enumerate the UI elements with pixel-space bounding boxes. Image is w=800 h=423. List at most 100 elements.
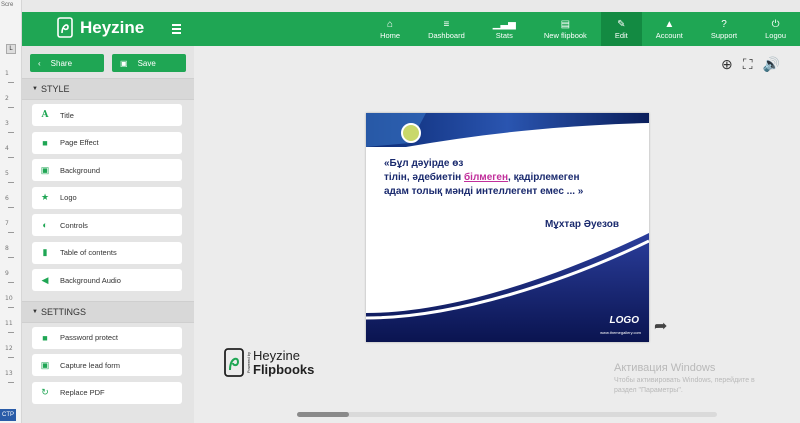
share-icon: ‹ (38, 58, 41, 68)
sidebar-item-background-audio[interactable]: ◀ Background Audio (32, 269, 182, 291)
main-nav: ⌂ Home ≡ Dashboard ▁▃▅ Stats ▤ New flipbook ✎ Edi… (366, 12, 800, 46)
ruler-label: Scre (1, 2, 14, 8)
settings-section-header[interactable]: ▼ SETTINGS (22, 300, 194, 323)
slide-logo: LOGO (609, 315, 639, 326)
nav-label: Logou (765, 30, 786, 40)
ruler-tick (8, 332, 14, 333)
star-icon: ★ (40, 192, 50, 202)
lead-form-icon: ▣ (40, 359, 50, 370)
ruler-number: 1 (5, 70, 9, 77)
nav-new-flipbook[interactable]: ▤ New flipbook (530, 12, 601, 46)
ruler-tick (8, 282, 14, 283)
share-label: Share (50, 58, 73, 68)
ruler-number: 13 (5, 370, 13, 377)
save-button[interactable]: ▣ Save (112, 54, 186, 72)
share-button[interactable]: ‹ Share (30, 54, 104, 72)
lock-icon: ■ (42, 332, 48, 343)
ruler-number: 2 (5, 95, 9, 102)
support-icon: ? (721, 18, 727, 30)
sidebar-item-label: Title (60, 110, 74, 120)
sidebar-item-logo[interactable]: ★ Logo (32, 186, 182, 209)
nav-edit[interactable]: ✎ Edit (600, 12, 642, 46)
sidebar-item-table-of-contents[interactable]: ▮ Table of contents (32, 241, 182, 264)
ruler-tick (8, 307, 14, 308)
logo-line-2: Flipbooks (253, 362, 315, 377)
nav-dashboard[interactable]: ≡ Dashboard (414, 12, 479, 46)
ruler-number: 9 (5, 270, 9, 277)
sound-icon[interactable]: 🔊 (763, 56, 780, 73)
sidebar-item-label: Logo (60, 193, 77, 202)
ruler-number: 7 (5, 220, 9, 227)
heyzine-logo-icon (224, 348, 244, 377)
nav-home[interactable]: ⌂ Home (366, 12, 414, 46)
menu-toggle-icon[interactable] (172, 24, 181, 36)
sidebar-item-label: Password protect (60, 333, 118, 342)
ruler-tick (8, 82, 14, 83)
save-label: Save (137, 58, 156, 68)
flipbook-page[interactable]: «Бұл дәуірде өз тілін, әдебиетін білмеге… (366, 113, 649, 342)
toggle-icon: ◐ (42, 220, 48, 230)
top-navbar: Heyzine ⌂ Home ≡ Dashboard ▁▃▅ Stats ▤ New flip… (22, 12, 800, 46)
nav-support[interactable]: ? Support (697, 12, 751, 46)
sidebar-item-background[interactable]: ▣ Background (32, 159, 182, 181)
sidebar-item-label: Capture lead form (60, 360, 121, 370)
ruler-tick (8, 257, 14, 258)
edit-icon: ✎ (617, 18, 626, 30)
caret-down-icon: ▼ (32, 86, 38, 92)
sidebar-item-label: Replace PDF (60, 388, 105, 397)
heyzine-flipbooks-logo[interactable]: Powered by Heyzine Flipbooks (224, 348, 314, 378)
new-flipbook-icon: ▤ (560, 18, 571, 30)
powered-by-label: Powered by (246, 352, 251, 374)
ruler-number: 8 (5, 245, 9, 252)
viewer-toolbar: ⊕ ⛶ 🔊 (721, 56, 780, 73)
heyzine-brand[interactable]: Heyzine (57, 17, 144, 39)
sidebar-item-label: Controls (60, 220, 88, 230)
tab-marker[interactable]: L (6, 44, 16, 54)
bookmark-icon: ▮ (42, 247, 48, 257)
sidebar-item-capture-lead-form[interactable]: ▣ Capture lead form (32, 354, 182, 376)
ruler-number: 6 (5, 195, 9, 202)
ruler-tick (8, 232, 14, 233)
sidebar-item-label: Background Audio (60, 275, 121, 285)
slide-logo-url: www.themegallery.com (600, 330, 641, 335)
ruler-number: 10 (5, 295, 13, 302)
nav-stats[interactable]: ▁▃▅ Stats (479, 12, 530, 46)
sidebar-item-label: Table of contents (60, 248, 117, 257)
ruler-tick (8, 357, 14, 358)
nav-label: Account (655, 30, 683, 40)
flipbook-preview: ⊕ ⛶ 🔊 «Бұл дәуірде өз тілін, әдебиетін б… (194, 46, 800, 423)
share-arrow-icon[interactable]: ➦ (654, 316, 667, 336)
replace-icon: ↻ (41, 387, 49, 397)
audio-icon: ◀ (41, 274, 49, 285)
sidebar-item-page-effect[interactable]: ■ Page Effect (32, 131, 182, 154)
ruler-tick (8, 382, 14, 383)
sidebar-item-title[interactable]: A Title (32, 104, 182, 126)
fullscreen-icon[interactable]: ⛶ (743, 56, 753, 73)
nav-label: Stats (495, 30, 513, 40)
windows-activation-watermark: Активация Windows Чтобы активировать Win… (614, 362, 755, 394)
stats-icon: ▁▃▅ (492, 18, 516, 30)
word-ruler: Scre L 1 2 3 4 5 6 7 8 9 10 11 12 13 CTP (0, 0, 22, 423)
highlighted-word[interactable]: білмеген (464, 172, 508, 183)
sidebar-item-controls[interactable]: ◐ Controls (32, 214, 182, 236)
scrollbar-thumb[interactable] (297, 412, 349, 417)
style-section-header[interactable]: ▼ STYLE (22, 78, 194, 100)
ruler-tick (8, 132, 14, 133)
brand-name: Heyzine (80, 18, 145, 37)
nav-label: Support (710, 30, 738, 40)
zoom-in-icon[interactable]: ⊕ (721, 56, 733, 73)
ruler-number: 5 (5, 170, 9, 177)
nav-account[interactable]: ▲ Account (642, 12, 697, 46)
page-scrollbar[interactable] (297, 412, 717, 417)
nav-logou[interactable]: ⏻ Logou (751, 12, 800, 46)
sidebar-item-password-protect[interactable]: ■ Password protect (32, 326, 182, 349)
editor-sidebar: ‹ Share ▣ Save ▼ STYLE A Title ■ Page Effec… (22, 46, 194, 423)
background-icon: ▣ (40, 164, 50, 175)
sidebar-item-replace-pdf[interactable]: ↻ Replace PDF (32, 381, 182, 404)
logo-line-1: Heyzine (253, 348, 300, 363)
caret-down-icon: ▼ (32, 308, 38, 315)
quote-author: Мұхтар Әуезов (544, 219, 619, 230)
ruler-tick (8, 107, 14, 108)
ruler-tick (8, 157, 14, 158)
sidebar-item-label: Background (60, 165, 101, 175)
